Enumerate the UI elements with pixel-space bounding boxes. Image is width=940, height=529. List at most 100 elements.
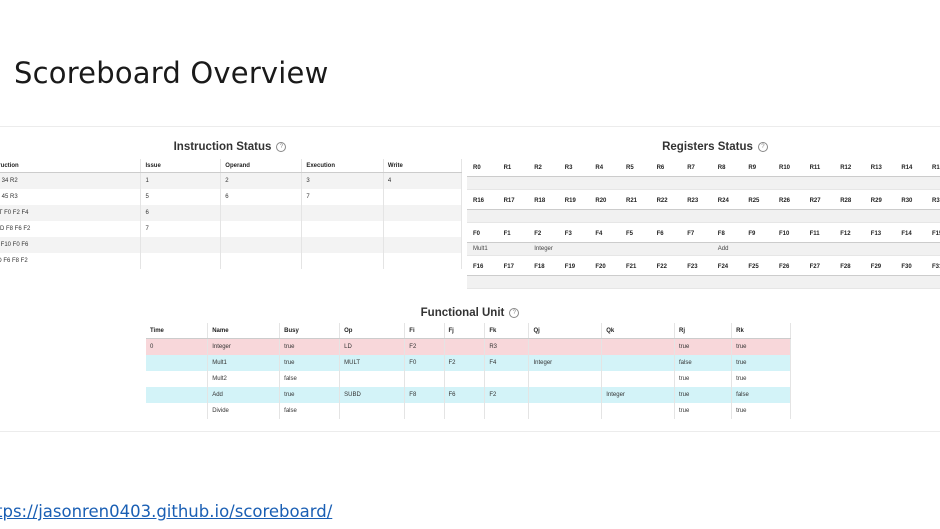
register-name: F28 [840,264,851,270]
table-cell [301,205,384,221]
help-circle-icon[interactable]: ? [757,141,768,152]
table-cell: true [279,338,341,355]
table-cell: true [731,355,791,371]
table-row: Mult1 true MULT F0 F2 F4 Integer false true [146,355,791,371]
table-cell: Add [207,387,281,403]
help-circle-icon[interactable]: ? [509,307,520,318]
table-cell: true [674,371,733,387]
table-row: F6 34 R21234 [0,172,463,189]
table-cell [404,403,445,419]
register-name: R7 [687,165,695,171]
table-cell: LD [339,338,406,355]
table-cell: SUBD [339,387,406,403]
register-values-row [467,177,940,190]
register-name: R18 [534,198,546,204]
register-name: F2 [534,231,542,237]
register-block: R16 R17 R18 R19 R20 R21 R22 R23 R24 R25 R26 R27 R28 R… [467,193,940,223]
table-row: Mult2 false true true [146,371,791,387]
register-name: F5 [626,231,634,237]
slide-title: Scoreboard Overview [14,56,329,90]
column-header: Fi [404,323,445,339]
register-names-row: R0 R1 R2 R3 R4 R5 R6 R7 R8 R9 R10 R11 R12 R13 R14 R15 [467,160,940,177]
functional-unit-title: Functional Unit [420,307,505,319]
register-name: F3 [564,231,572,237]
table-cell [484,371,530,387]
table-row: /D F10 F0 F6 [0,237,463,253]
table-cell [528,371,603,387]
register-name: F27 [809,264,820,270]
table-cell [484,403,530,419]
register-name: F26 [779,264,790,270]
table-cell [444,338,486,355]
table-cell: Mult1 [207,355,281,371]
table-cell: false [279,371,341,387]
instruction-status-title: Instruction Status [173,141,272,153]
table-cell [301,221,384,237]
register-name: F29 [870,264,882,270]
table-cell [528,338,603,355]
column-header: Qk [601,323,675,339]
register-name: F30 [901,264,912,270]
table-cell [528,387,603,403]
register-name: R30 [901,198,913,204]
register-name: R27 [809,198,821,204]
register-name: F22 [656,264,667,270]
table-cell: true [279,387,341,403]
functional-unit-heading: Functional Unit? [395,307,545,319]
table-header-row: Time Name Busy Op Fi Fj Fk Qj Qk Rj Rk [146,323,791,339]
table-cell [220,205,303,221]
register-name: F7 [687,231,695,237]
column-header: Time [146,323,209,339]
table-cell: true [279,355,341,371]
scoreboard-link[interactable]: tps://jasonren0403.github.io/scoreboard/ [0,502,332,521]
register-name: R1 [503,165,512,171]
table-cell: F4 [484,355,530,371]
help-circle-icon[interactable]: ? [276,141,287,152]
table-cell: Integer [528,355,603,371]
table-cell: 4 [383,172,463,189]
register-name: R5 [626,165,634,171]
table-cell: true [674,403,733,419]
table-cell [146,355,209,371]
table-cell [146,387,209,403]
table-cell [301,237,384,253]
table-cell [383,205,463,221]
column-header: Write [383,159,463,173]
register-names-row: R16 R17 R18 R19 R20 R21 R22 R23 R24 R25 R26 R27 R28 R… [467,193,940,210]
column-header: Fk [484,323,530,339]
register-name: F20 [595,264,606,270]
register-block: F16 F17 F18 F19 F20 F21 F22 F23 F24 F25 F26 F27 F28 F… [467,259,940,289]
column-header: Fj [444,323,486,339]
table-cell: false [674,355,733,371]
register-name: R4 [595,165,604,171]
registers-status-heading: Registers Status? [640,141,790,153]
table-cell [220,221,303,237]
table-cell [383,221,463,237]
register-name: F14 [901,231,912,237]
register-name: R29 [870,198,882,204]
table-cell [220,253,303,269]
column-header: Issue [140,159,222,173]
table-cell: 6 [220,189,303,205]
register-name: F21 [626,264,637,270]
table-cell: false [279,403,341,419]
table-cell: 0 [146,338,209,355]
register-name: F4 [595,231,603,237]
register-name: R2 [534,165,542,171]
table-cell: 6 [140,205,222,221]
register-names-row: F0 F1 F2 F3 F4 F5 F6 F7 F8 F9 F10 F11 F12 F13 F14 F15 [467,226,940,243]
table-cell: true [674,338,733,355]
register-name: R6 [656,165,665,171]
table-cell [339,403,406,419]
table-cell: true [731,403,791,419]
register-name: F17 [503,264,514,270]
column-header: Qj [528,323,603,339]
register-name: R25 [748,198,760,204]
table-cell: true [731,371,791,387]
column-header: struction [0,159,142,173]
table-cell: Mult2 [207,371,281,387]
table-cell: Divide [207,403,281,419]
register-name: R15 [932,165,940,171]
column-header: Rj [674,323,733,339]
table-cell [601,355,675,371]
